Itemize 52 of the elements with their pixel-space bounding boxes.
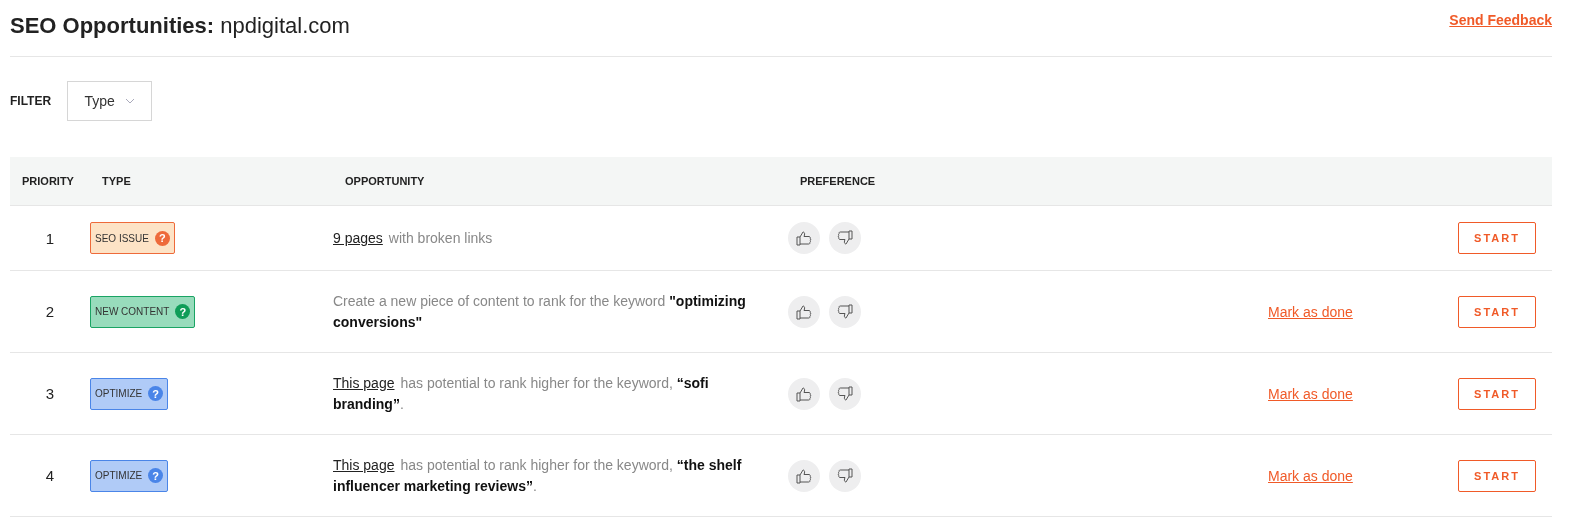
type-badge: OPTIMIZE ? [90, 459, 169, 492]
opportunity-text: Create a new piece of content to rank for the keyword "optimizing conversions" [333, 291, 747, 332]
start-button[interactable]: START [1458, 377, 1536, 410]
mark-as-done-link[interactable]: Mark as done [1268, 385, 1353, 402]
type-badge: NEW CONTENT ? [90, 295, 196, 328]
thumbs-down-icon [836, 384, 854, 403]
thumbs-up-icon [795, 384, 813, 403]
thumbs-down-icon [836, 302, 854, 321]
mark-as-done-link[interactable]: Mark as done [1268, 467, 1353, 484]
thumbs-down-button[interactable] [829, 377, 861, 410]
type-dropdown[interactable]: Type [67, 81, 153, 121]
thumbs-up-button[interactable] [788, 459, 820, 492]
start-button[interactable]: START [1458, 222, 1536, 254]
thumbs-down-button[interactable] [829, 295, 861, 328]
column-header: OPPORTUNITY [344, 175, 426, 187]
thumbs-down-button[interactable] [829, 459, 861, 492]
help-icon[interactable]: ? [154, 230, 170, 246]
send-feedback-link[interactable]: Send Feedback [1449, 12, 1552, 28]
help-icon[interactable]: ? [175, 304, 191, 319]
opportunity-text: This page has potential to rank higher for the keyword, “sofi branding”. [333, 373, 710, 414]
chevron-down-icon [124, 98, 135, 104]
domain-name: npdigital.com [220, 13, 350, 38]
mark-as-done-link[interactable]: Mark as done [1268, 303, 1353, 320]
help-icon[interactable]: ? [148, 468, 164, 483]
pages-link[interactable]: 9 pages [333, 229, 383, 246]
thumbs-down-icon [836, 466, 854, 485]
column-header: PRIORITY [21, 175, 75, 187]
priority-number: 1 [45, 229, 55, 247]
help-icon[interactable]: ? [148, 386, 164, 401]
thumbs-up-icon [795, 229, 813, 247]
thumbs-up-icon [795, 302, 813, 321]
filter-label: FILTER [10, 94, 52, 108]
start-button[interactable]: START [1458, 295, 1536, 328]
page-title: SEO Opportunities: [10, 13, 215, 38]
column-header: TYPE [101, 175, 132, 187]
pages-link[interactable]: This page [333, 456, 395, 473]
thumbs-down-button[interactable] [829, 222, 861, 254]
type-badge: SEO ISSUE ? [90, 222, 175, 254]
start-button[interactable]: START [1458, 459, 1536, 492]
thumbs-up-button[interactable] [788, 295, 820, 328]
thumbs-up-button[interactable] [788, 377, 820, 410]
priority-number: 2 [45, 303, 55, 320]
opportunity-text: This page has potential to rank higher for the keyword, “the shelf influencer marketing reviews”. [333, 455, 743, 496]
thumbs-up-button[interactable] [788, 222, 820, 254]
priority-number: 3 [45, 385, 55, 402]
pages-link[interactable]: This page [333, 374, 395, 391]
thumbs-up-icon [795, 466, 813, 485]
opportunity-text: 9 pages with broken links [333, 228, 494, 248]
type-badge: OPTIMIZE ? [90, 377, 169, 410]
priority-number: 4 [45, 467, 55, 484]
column-header: PREFERENCE [799, 175, 877, 187]
thumbs-down-icon [836, 229, 854, 247]
